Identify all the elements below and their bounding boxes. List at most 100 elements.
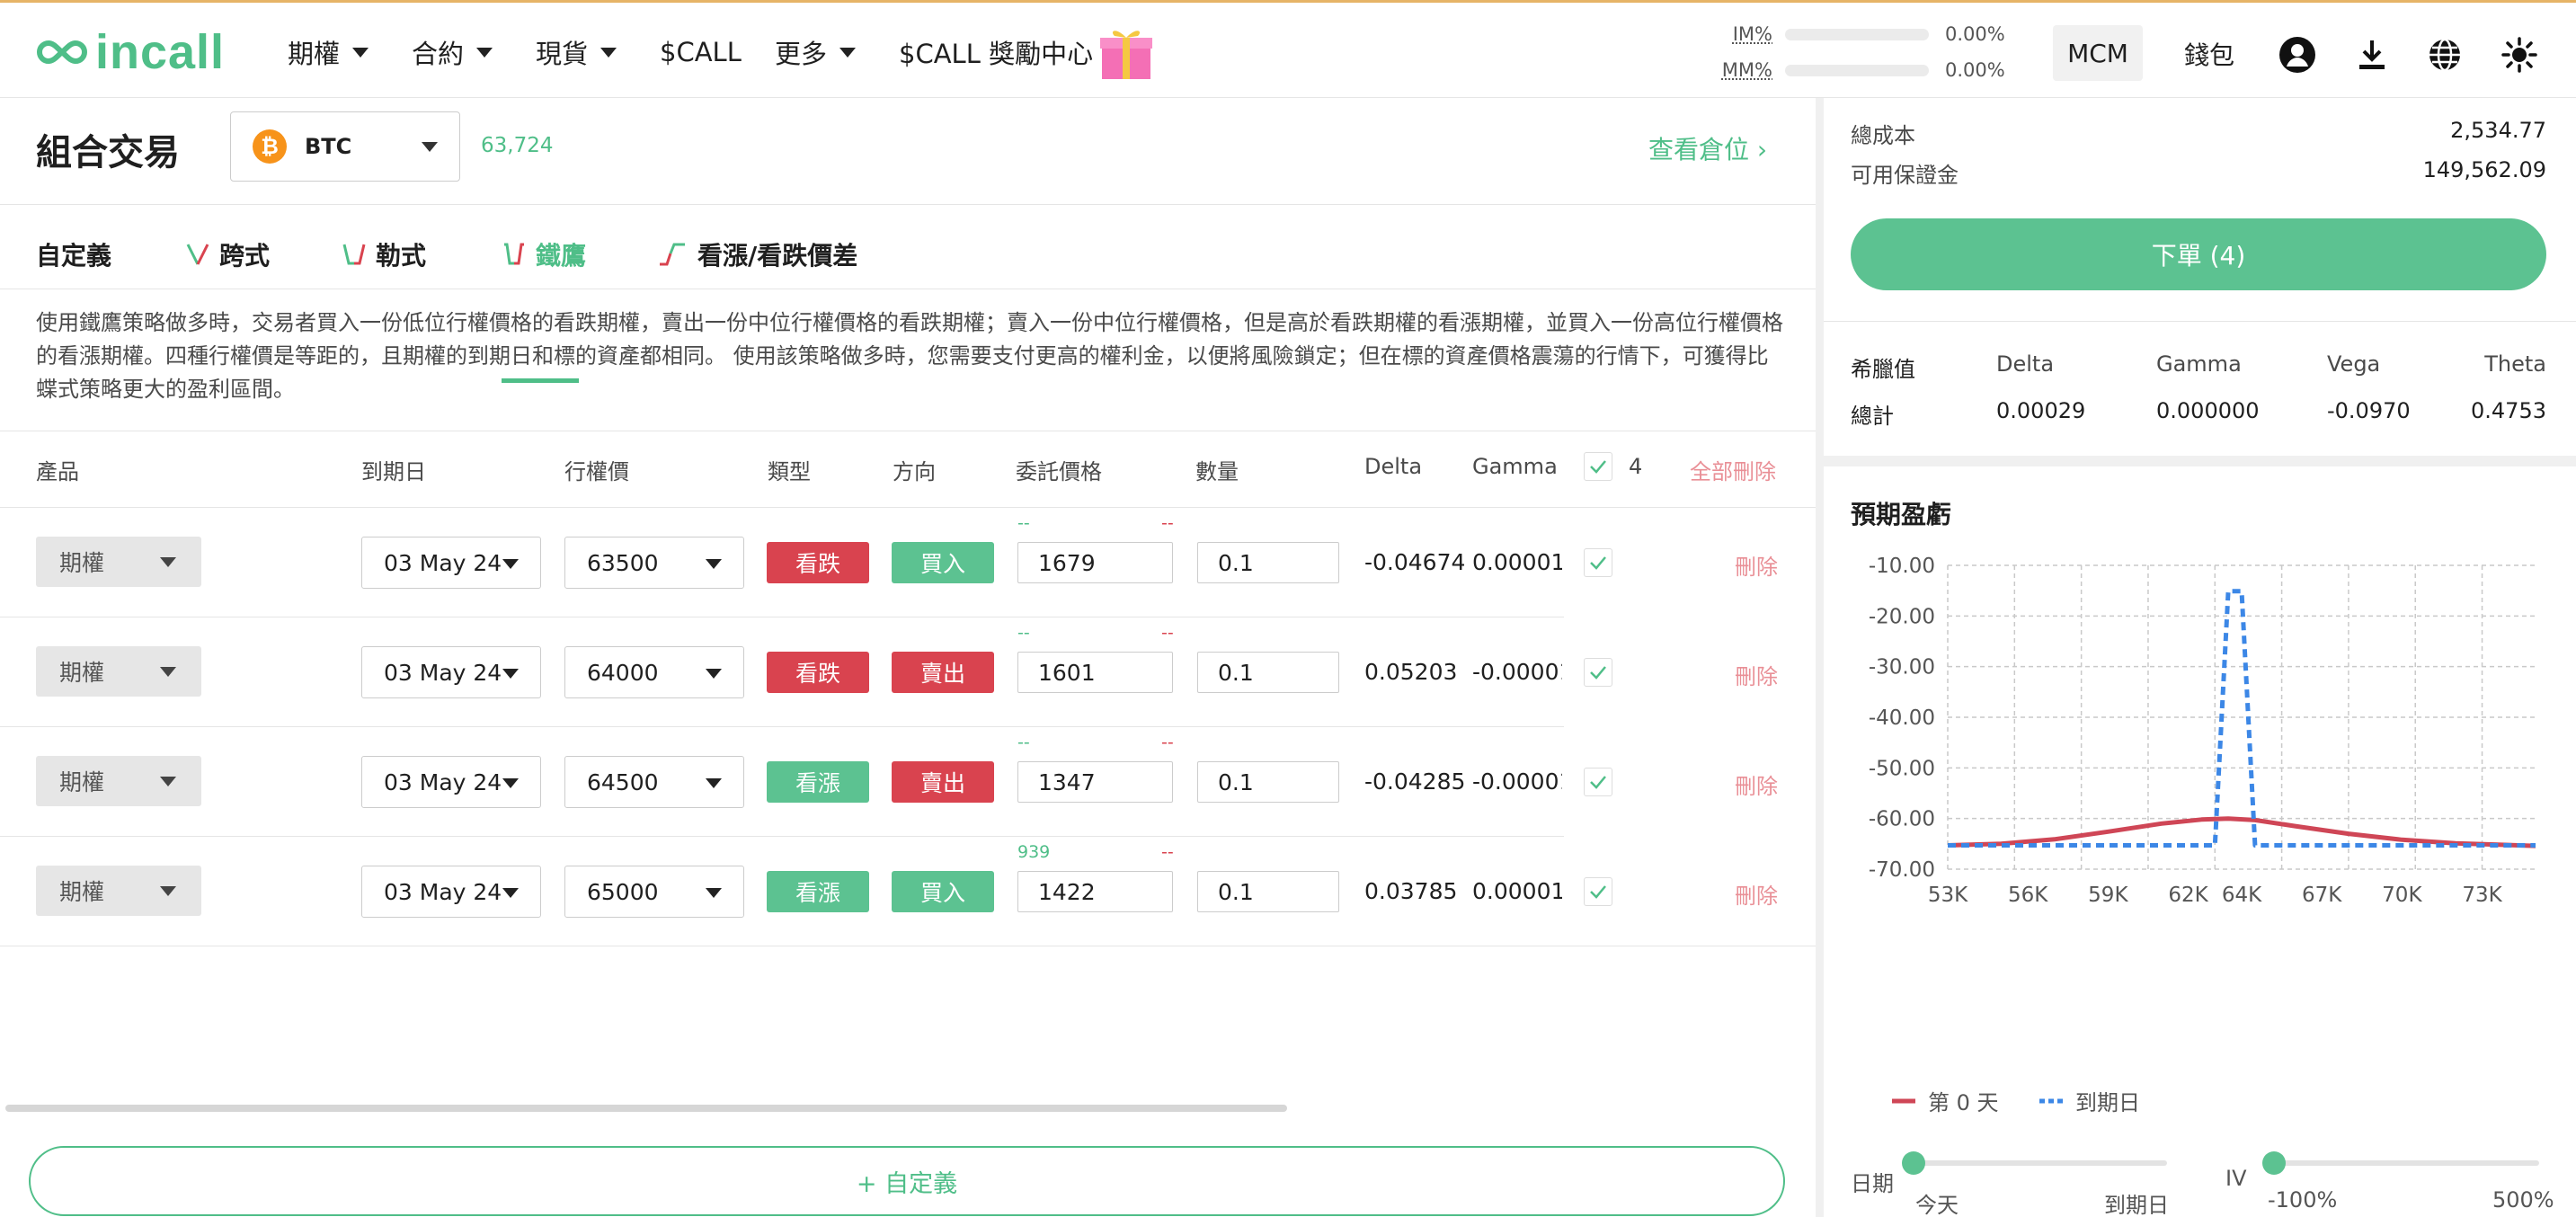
nav-options[interactable]: 期權: [288, 32, 369, 72]
best-bid[interactable]: --: [1017, 733, 1030, 752]
leg-checkbox[interactable]: [1584, 877, 1612, 906]
delete-leg-button[interactable]: 刪除: [1735, 768, 1778, 800]
nav-rewards-label: $CALL 獎勵中心: [899, 39, 1094, 69]
order-price-input[interactable]: 1679: [1017, 542, 1173, 583]
mm-meter: MM% 0.00%: [1708, 59, 2005, 81]
option-type-toggle[interactable]: 看漲: [767, 871, 869, 912]
horizontal-scrollbar[interactable]: [5, 1105, 1287, 1112]
iv-slider-track[interactable]: [2270, 1160, 2539, 1166]
chevron-down-icon: [160, 886, 176, 896]
total-cost-value: 2,534.77: [2450, 118, 2546, 143]
tab-custom[interactable]: 自定義: [36, 236, 111, 272]
option-type-toggle[interactable]: 看跌: [767, 652, 869, 693]
expiry-select-value: 03 May 24: [384, 768, 502, 795]
strike-select[interactable]: 63500: [564, 537, 744, 589]
best-ask[interactable]: --: [1161, 842, 1174, 862]
chevron-right-icon: ›: [1756, 135, 1768, 164]
delete-leg-button[interactable]: 刪除: [1735, 878, 1778, 910]
check-icon: [1590, 666, 1606, 680]
iv-slider-thumb[interactable]: [2262, 1151, 2286, 1175]
quantity-input[interactable]: 0.1: [1197, 761, 1339, 803]
greeks-label: 希臘值: [1851, 357, 1915, 382]
greeks-vega-header: Vega: [2327, 351, 2381, 377]
order-price-input[interactable]: 1601: [1017, 652, 1173, 693]
y-tick-label: -20.00: [1869, 605, 1935, 628]
im-value: 0.00%: [1945, 23, 2005, 45]
side-toggle[interactable]: 賣出: [892, 652, 994, 693]
select-all-checkbox[interactable]: [1584, 452, 1612, 481]
tab-strangle-label: 勒式: [376, 241, 427, 271]
side-toggle[interactable]: 賣出: [892, 761, 994, 803]
order-summary-panel: 總成本 2,534.77 可用保證金 149,562.09 下單 (4) 希臘值 D…: [1824, 98, 2576, 1217]
gamma-value: 0.000010: [1472, 878, 1562, 904]
nav-call-token[interactable]: $CALL: [660, 32, 742, 72]
delete-leg-button[interactable]: 刪除: [1735, 659, 1778, 690]
tab-iron-condor-label: 鐵鷹: [536, 241, 587, 271]
divider: [0, 204, 1816, 205]
greeks-theta-value: 0.4753: [2471, 398, 2546, 423]
delete-leg-button[interactable]: 刪除: [1735, 549, 1778, 581]
sun-icon[interactable]: [2500, 36, 2538, 74]
quantity-input[interactable]: 0.1: [1197, 871, 1339, 912]
delete-all-button[interactable]: 全部刪除: [1690, 454, 1776, 485]
best-bid[interactable]: --: [1017, 623, 1030, 643]
delta-value: 0.03785: [1364, 878, 1458, 904]
tab-strangle[interactable]: 勒式: [342, 236, 426, 272]
nav-contracts[interactable]: 合約: [412, 32, 493, 72]
best-ask[interactable]: --: [1161, 733, 1174, 752]
globe-icon[interactable]: [2426, 36, 2464, 74]
nav-spot[interactable]: 現貨: [536, 32, 617, 72]
x-tick-label: 59K: [2088, 884, 2128, 907]
coin-selector[interactable]: ₿ BTC: [230, 111, 460, 182]
place-order-button[interactable]: 下單 (4): [1851, 218, 2546, 290]
best-bid[interactable]: 939: [1017, 842, 1050, 862]
tab-straddle[interactable]: 跨式: [185, 236, 270, 272]
check-icon: [1590, 556, 1606, 570]
mcm-button[interactable]: MCM: [2053, 25, 2143, 81]
view-positions-link[interactable]: 查看倉位 ›: [1648, 130, 1767, 166]
quantity-input[interactable]: 0.1: [1197, 652, 1339, 693]
gift-icon[interactable]: [1098, 25, 1154, 81]
wallet-button[interactable]: 錢包: [2184, 36, 2234, 72]
strike-select[interactable]: 64000: [564, 646, 744, 698]
user-icon[interactable]: [2278, 36, 2316, 74]
side-toggle[interactable]: 買入: [892, 542, 994, 583]
selected-count: 4: [1629, 454, 1643, 479]
date-slider-track[interactable]: [1914, 1160, 2167, 1166]
product-select[interactable]: 期權: [36, 537, 201, 587]
strike-select[interactable]: 64500: [564, 756, 744, 808]
nav-rewards-center[interactable]: $CALL 獎勵中心: [899, 32, 1093, 72]
expiry-select[interactable]: 03 May 24: [361, 866, 541, 918]
expiry-select[interactable]: 03 May 24: [361, 537, 541, 589]
chevron-down-icon: [422, 142, 438, 152]
add-custom-leg-button[interactable]: + 自定義: [29, 1146, 1785, 1216]
quantity-input[interactable]: 0.1: [1197, 542, 1339, 583]
best-bid[interactable]: --: [1017, 513, 1030, 533]
best-ask[interactable]: --: [1161, 513, 1174, 533]
tab-iron-condor[interactable]: 鐵鷹: [502, 236, 586, 272]
order-price-input[interactable]: 1422: [1017, 871, 1173, 912]
side-toggle[interactable]: 買入: [892, 871, 994, 912]
check-icon: [1590, 776, 1606, 789]
product-select[interactable]: 期權: [36, 756, 201, 806]
expiry-select[interactable]: 03 May 24: [361, 756, 541, 808]
leg-checkbox[interactable]: [1584, 768, 1612, 796]
product-select[interactable]: 期權: [36, 646, 201, 697]
coincall-logo[interactable]: incall: [34, 25, 225, 79]
legend-day0-swatch: [1892, 1098, 1915, 1103]
leg-checkbox[interactable]: [1584, 658, 1612, 687]
page-title: 組合交易: [36, 132, 180, 173]
nav-more[interactable]: 更多: [775, 32, 857, 72]
chevron-down-icon: [600, 47, 617, 58]
option-type-toggle[interactable]: 看跌: [767, 542, 869, 583]
tab-vertical-spread[interactable]: 看漲/看跌價差: [658, 236, 857, 272]
best-ask[interactable]: --: [1161, 623, 1174, 643]
leg-checkbox[interactable]: [1584, 548, 1612, 577]
product-select[interactable]: 期權: [36, 866, 201, 916]
strike-select[interactable]: 65000: [564, 866, 744, 918]
expiry-select[interactable]: 03 May 24: [361, 646, 541, 698]
option-type-toggle[interactable]: 看漲: [767, 761, 869, 803]
order-price-input[interactable]: 1347: [1017, 761, 1173, 803]
date-slider-thumb[interactable]: [1902, 1151, 1925, 1175]
download-icon[interactable]: [2353, 36, 2391, 74]
